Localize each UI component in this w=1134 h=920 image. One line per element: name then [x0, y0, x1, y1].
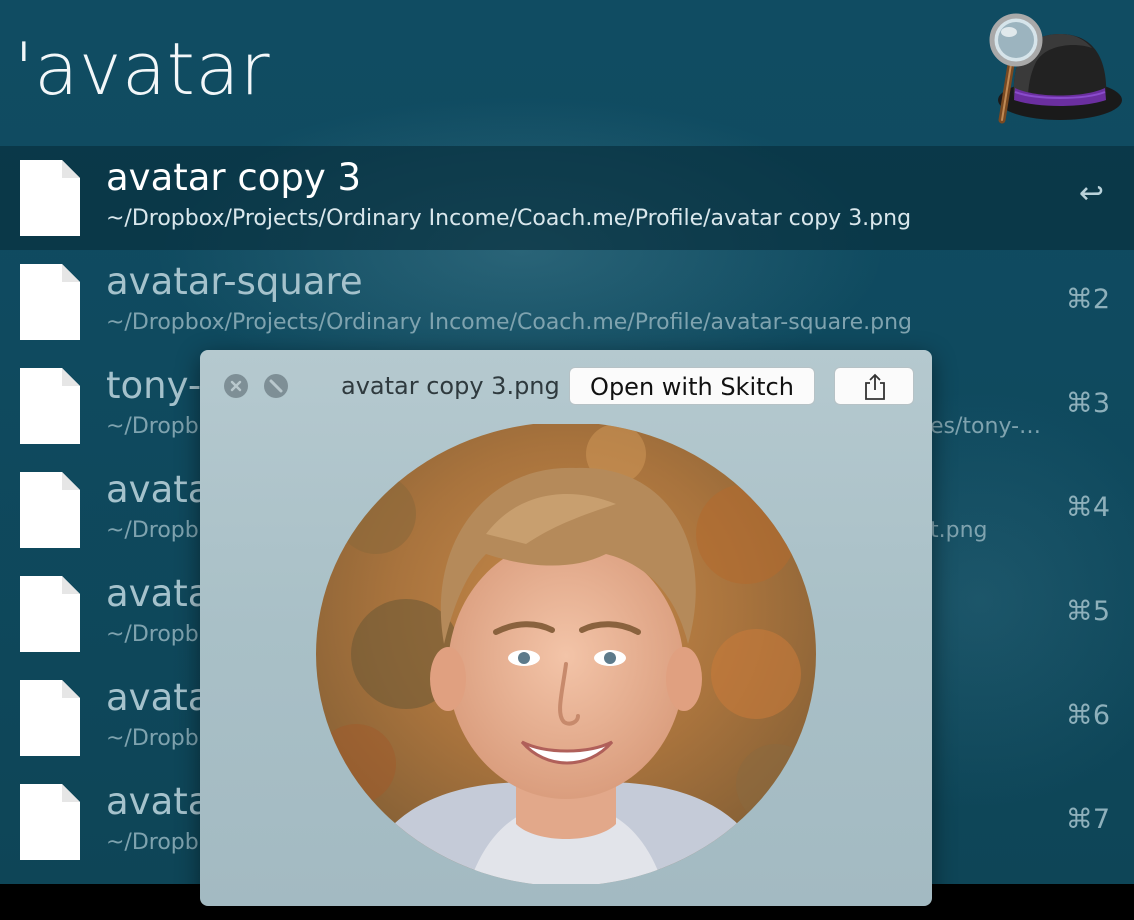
result-title: avata [106, 468, 211, 511]
fullscreen-icon[interactable] [264, 374, 288, 398]
result-path: ~/Dropb [106, 414, 199, 439]
result-title: avata [106, 572, 211, 615]
result-shortcut: ⌘3 [1065, 388, 1110, 419]
document-icon [20, 472, 80, 548]
result-path: ~/Dropbox/Projects/Ordinary Income/Coach… [106, 206, 912, 231]
document-icon [20, 264, 80, 340]
result-row-2[interactable]: avatar-square ~/Dropbox/Projects/Ordinar… [0, 250, 1134, 354]
result-shortcut: ⌘7 [1065, 804, 1110, 835]
result-shortcut: ⌘5 [1065, 596, 1110, 627]
result-shortcut: ⌘2 [1065, 284, 1110, 315]
result-row-1[interactable]: avatar copy 3 ~/Dropbox/Projects/Ordinar… [0, 146, 1134, 250]
result-path: ~/Dropb [106, 830, 199, 855]
open-with-skitch-button[interactable]: Open with Skitch [569, 367, 815, 405]
document-icon [20, 784, 80, 860]
search-input[interactable]: 'avatar [14, 24, 914, 114]
result-path-tail: t.png [930, 518, 988, 543]
result-title: tony- [106, 364, 202, 407]
document-icon [20, 368, 80, 444]
result-title: avatar copy 3 [106, 156, 362, 199]
result-shortcut: ⌘4 [1065, 492, 1110, 523]
result-path: ~/Dropb [106, 622, 199, 647]
document-icon [20, 160, 80, 236]
result-path-tail: es/tony-… [930, 414, 1042, 439]
result-title: avatar-square [106, 260, 363, 303]
share-icon [865, 373, 885, 400]
result-title: avata [106, 676, 211, 719]
profile-photo [316, 424, 816, 884]
return-key-icon: ↩ [1078, 176, 1104, 211]
result-title: avata [106, 780, 211, 823]
quicklook-preview: avatar copy 3.png Open with Skitch [200, 350, 932, 906]
alfred-hat-magnifier-icon [989, 13, 1122, 124]
result-path: ~/Dropb [106, 726, 199, 751]
close-icon[interactable] [224, 374, 248, 398]
result-shortcut: ⌘6 [1065, 700, 1110, 731]
document-icon [20, 576, 80, 652]
result-path: ~/Dropbox/Projects/Ordinary Income/Coach… [106, 310, 913, 335]
preview-filename: avatar copy 3.png [341, 372, 560, 400]
share-button[interactable] [834, 367, 914, 405]
document-icon [20, 680, 80, 756]
result-path: ~/Dropb [106, 518, 199, 543]
